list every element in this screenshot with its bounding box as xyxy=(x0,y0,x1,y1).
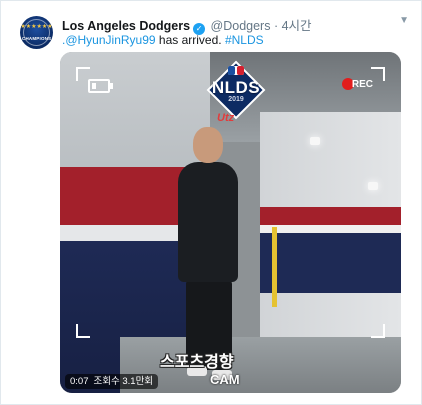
account-name[interactable]: Los Angeles Dodgers xyxy=(62,19,190,33)
mention-link[interactable]: .@HyunJinRyu99 xyxy=(62,33,156,47)
account-handle[interactable]: @Dodgers xyxy=(211,19,271,33)
frame-corner-bl xyxy=(76,324,90,338)
tweet-card: ★★★★★★ CHAMPIONS Los Angeles Dodgers ✓ @D… xyxy=(0,0,422,405)
frame-corner-br xyxy=(371,324,385,338)
ceiling-light xyxy=(368,182,378,190)
video-player[interactable]: REC NLDS 2019 Utz 스포츠경향 CAM 0:07 조회수 3.1만… xyxy=(60,52,401,393)
person-body xyxy=(178,162,238,282)
white-band-right xyxy=(260,225,401,233)
person-head xyxy=(193,127,223,163)
tweet-header: Los Angeles Dodgers ✓ @Dodgers · 4시간 xyxy=(62,15,412,35)
nlds-title: NLDS xyxy=(211,78,261,97)
yellow-pipe xyxy=(272,227,277,307)
separator: · xyxy=(273,19,279,33)
ceiling-light xyxy=(310,137,320,145)
navy-band-right xyxy=(260,233,401,293)
cam-label: CAM xyxy=(210,372,240,387)
frame-corner-tr xyxy=(371,67,385,81)
avatar-badge: CHAMPIONS xyxy=(22,36,52,41)
red-band-right xyxy=(260,207,401,225)
watermark-caption: 스포츠경향 xyxy=(160,354,234,371)
view-count: 조회수 3.1만회 xyxy=(93,376,154,387)
avatar[interactable]: ★★★★★★ CHAMPIONS xyxy=(20,16,53,49)
chevron-down-icon[interactable]: ▼ xyxy=(399,15,409,26)
nlds-year: 2019 xyxy=(228,96,244,103)
wall-right xyxy=(260,112,401,352)
nlds-logo: NLDS 2019 xyxy=(196,60,276,120)
video-meta: 0:07 조회수 3.1만회 xyxy=(65,374,159,389)
battery-icon xyxy=(88,79,113,93)
hashtag-link[interactable]: #NLDS xyxy=(225,33,264,47)
tweet-body: has arrived. xyxy=(155,33,225,47)
tweet-text: .@HyunJinRyu99 has arrived. #NLDS xyxy=(62,33,264,47)
avatar-stars: ★★★★★★ xyxy=(20,24,53,30)
tweet-time[interactable]: 4시간 xyxy=(282,19,312,33)
video-duration: 0:07 xyxy=(70,376,89,387)
sponsor-logo: Utz xyxy=(217,112,235,124)
rec-label: REC xyxy=(351,79,373,90)
